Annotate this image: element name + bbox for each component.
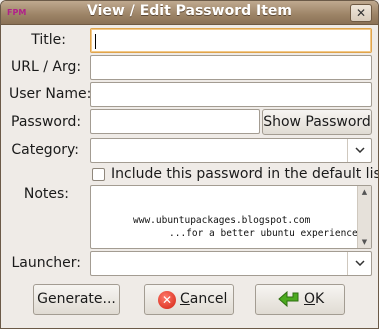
cancel-button[interactable]: ✕ C Cancel (144, 284, 234, 315)
title-field[interactable] (90, 28, 372, 53)
title-label: Title: (31, 32, 66, 48)
url-field[interactable] (90, 55, 372, 80)
category-label: Category: (11, 142, 79, 158)
password-item-dialog: FPM View / Edit Password Item ✕ Title: U… (0, 0, 379, 329)
password-label: Password: (11, 114, 82, 130)
url-label: URL / Arg: (11, 59, 82, 75)
close-icon: ✕ (355, 6, 367, 20)
window-title: View / Edit Password Item (87, 3, 292, 19)
ok-arrow-icon (278, 291, 299, 308)
notes-line-1: www.ubuntupackages.blogspot.com (133, 215, 311, 226)
scroll-down-icon[interactable]: ▼ (358, 238, 371, 246)
category-combo[interactable] (90, 138, 372, 163)
launcher-combo[interactable] (90, 251, 372, 276)
user-name-field[interactable] (90, 82, 372, 107)
ok-label: OK (304, 291, 325, 307)
user-name-label: User Name: (9, 86, 92, 102)
include-default-checkbox[interactable] (92, 168, 105, 181)
ok-button[interactable]: OK (255, 284, 345, 315)
cancel-icon: ✕ (158, 291, 176, 309)
include-default-label[interactable]: Include this password in the default lis… (111, 166, 378, 182)
notes-label: Notes: (23, 186, 69, 202)
chevron-down-icon[interactable] (347, 252, 371, 275)
chevron-down-icon[interactable] (347, 139, 371, 162)
notes-line-2: ...for a better ubuntu experience (169, 228, 358, 239)
notes-scrollbar[interactable]: ▲ ▼ (357, 186, 371, 248)
cancel-label: Cancel (180, 291, 228, 307)
title-bar[interactable]: FPM View / Edit Password Item ✕ (1, 1, 378, 25)
generate-button[interactable]: Generate... (33, 284, 120, 315)
show-password-button[interactable]: Show Password (262, 109, 372, 135)
launcher-label: Launcher: (11, 255, 81, 271)
text-caret (95, 34, 96, 49)
close-button[interactable]: ✕ (350, 4, 372, 22)
notes-textarea[interactable]: www.ubuntupackages.blogspot.com ...for a… (90, 185, 372, 249)
scroll-up-icon[interactable]: ▲ (358, 188, 371, 196)
password-field[interactable] (90, 109, 260, 134)
